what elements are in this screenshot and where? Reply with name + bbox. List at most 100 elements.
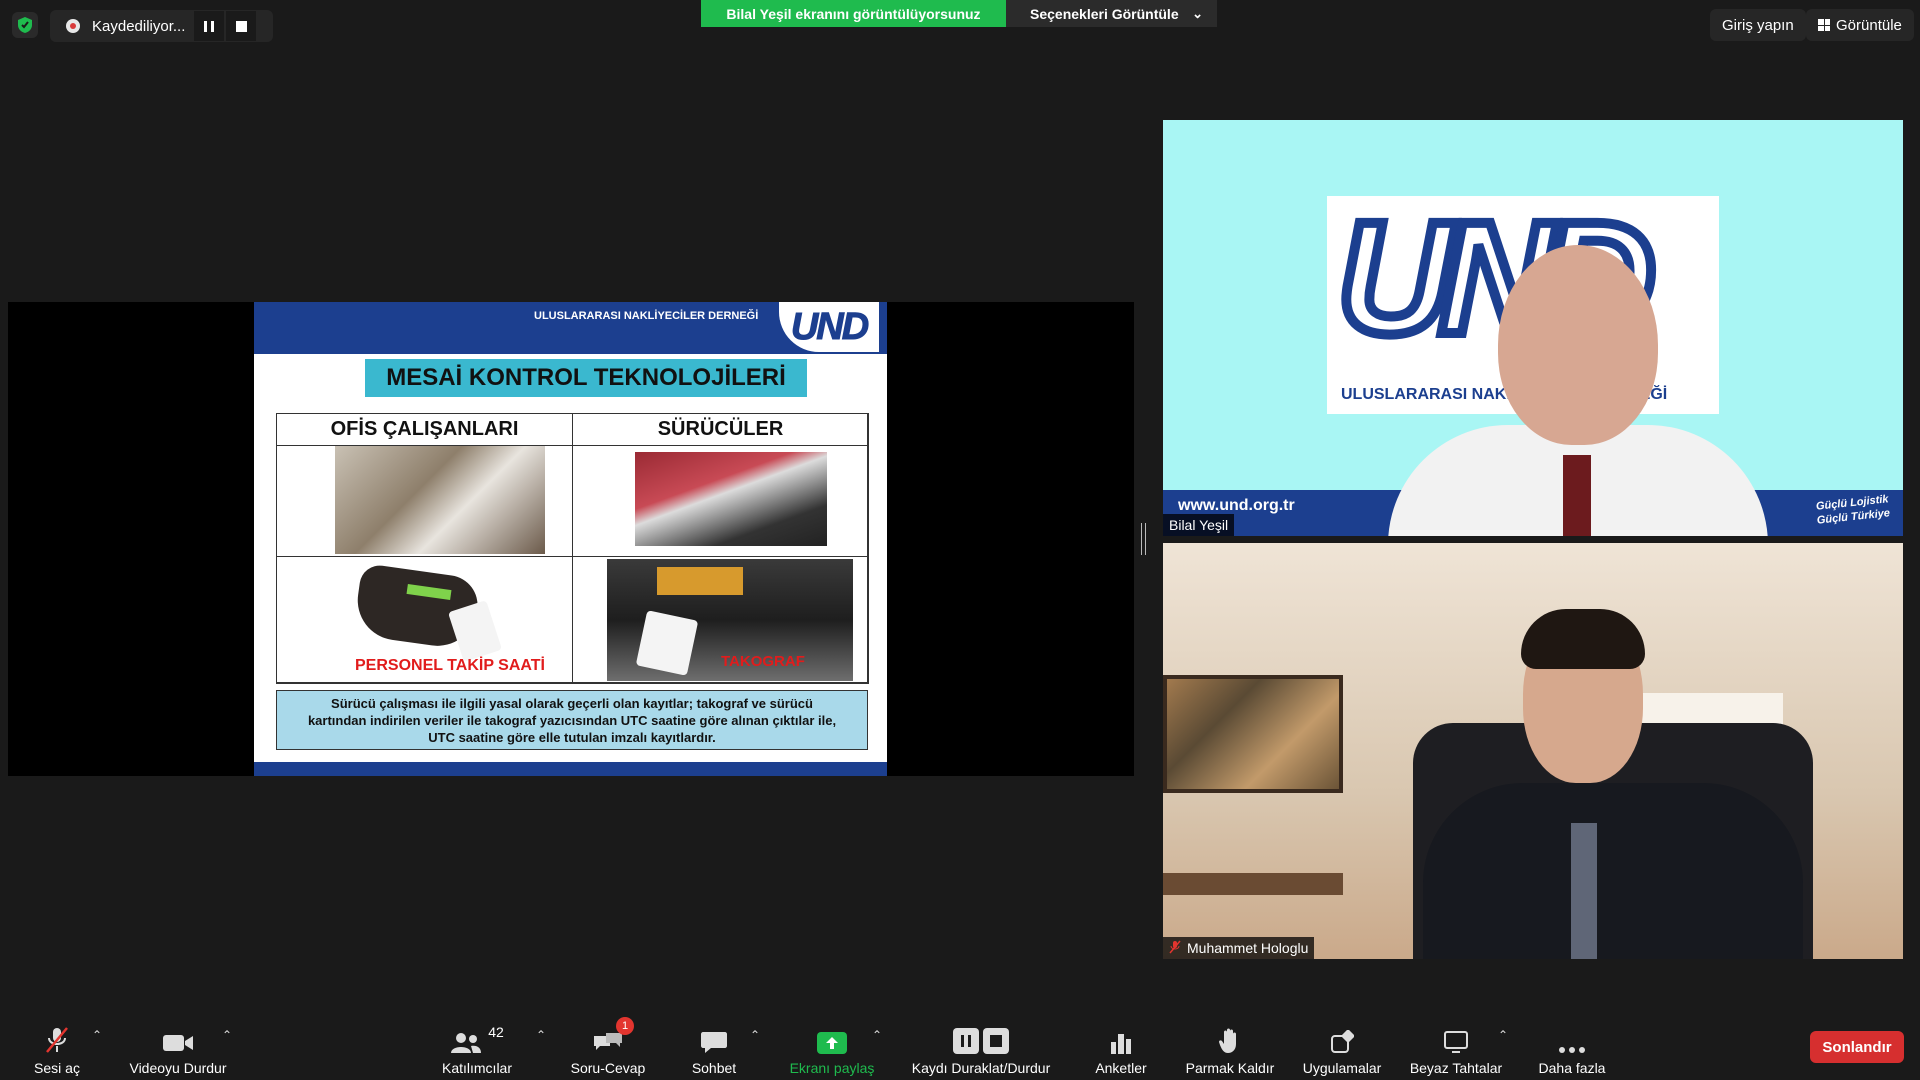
- audio-options-caret-icon[interactable]: ⌃: [92, 1028, 102, 1042]
- muted-microphone-icon: [44, 1016, 70, 1054]
- participant-video-bilal[interactable]: UND ULUSLARARASI NAKLİYECİLER DERNEĞİ ww…: [1163, 120, 1903, 536]
- share-options-caret-icon[interactable]: ⌃: [872, 1028, 882, 1042]
- participant-name-tag: Muhammet Hologlu: [1163, 937, 1315, 959]
- apps-icon: [1330, 1016, 1354, 1054]
- participants-icon: 42: [450, 1016, 504, 1054]
- access-card: [447, 600, 503, 662]
- office-photo-cell: [276, 445, 573, 557]
- chat-button[interactable]: Sohbet: [686, 1010, 742, 1080]
- share-screen-button[interactable]: Ekranı paylaş: [782, 1010, 882, 1080]
- recording-indicator: Kaydediliyor...: [50, 10, 273, 42]
- time-clock-label: PERSONEL TAKİP SAATİ: [355, 657, 545, 674]
- participant-count: 42: [488, 1024, 504, 1040]
- participant-name: Bilal Yeşil: [1169, 517, 1229, 533]
- grid-view-icon: [1818, 19, 1830, 31]
- note-line: kartından indirilen veriler ile takograf…: [307, 713, 837, 728]
- raise-hand-label: Parmak Kaldır: [1185, 1060, 1275, 1076]
- stop-video-label: Videoyu Durdur: [129, 1060, 227, 1076]
- background-slogan: Güçlü Lojistik Güçlü Türkiye: [1814, 492, 1890, 528]
- polls-button[interactable]: Anketler: [1090, 1010, 1152, 1080]
- speaker-tie: [1563, 455, 1591, 536]
- wall-painting: [1163, 675, 1343, 793]
- time-clock-cell: PERSONEL TAKİP SAATİ: [276, 556, 573, 684]
- tachograph-label: TAKOGRAF: [721, 653, 805, 670]
- background-website: www.und.org.tr: [1178, 497, 1295, 514]
- truck-drivers-photo: [635, 452, 827, 546]
- recording-dot-icon: [66, 19, 80, 33]
- apps-button[interactable]: Uygulamalar: [1294, 1010, 1390, 1080]
- stop-icon: [235, 20, 247, 32]
- chat-bubble-icon: [700, 1016, 728, 1054]
- column-header-drivers: SÜRÜCÜLER: [572, 413, 869, 446]
- shelf: [1163, 873, 1343, 895]
- qa-label: Soru-Cevap: [570, 1060, 646, 1076]
- video-camera-icon: [162, 1016, 194, 1054]
- whiteboards-button[interactable]: Beyaz Tahtalar: [1404, 1010, 1508, 1080]
- drivers-photo-cell: [572, 445, 869, 557]
- share-screen-icon: [817, 1016, 847, 1054]
- sign-in-button[interactable]: Giriş yapın: [1710, 9, 1806, 41]
- screen-share-banner: Bilal Yeşil ekranını görüntülüyorsunuz S…: [701, 0, 1217, 27]
- more-button[interactable]: Daha fazla: [1530, 1010, 1614, 1080]
- slide-table: OFİS ÇALIŞANLARI SÜRÜCÜLER PERSONEL TAKİ…: [276, 413, 869, 684]
- slide-header: ULUSLARARASI NAKLİYECİLER DERNEĞİ UND: [254, 302, 887, 354]
- view-options-label: Seçenekleri Görüntüle: [1030, 5, 1179, 22]
- stop-recording-button[interactable]: [226, 11, 256, 41]
- shared-screen[interactable]: ULUSLARARASI NAKLİYECİLER DERNEĞİ UND ME…: [8, 302, 1134, 776]
- office-workers-photo: [335, 446, 545, 554]
- participant-figure: [1423, 609, 1803, 959]
- chevron-down-icon: ⌄: [1192, 5, 1203, 21]
- raise-hand-button[interactable]: Parmak Kaldır: [1180, 1010, 1280, 1080]
- column-header-office: OFİS ÇALIŞANLARI: [276, 413, 573, 446]
- raise-hand-icon: [1219, 1016, 1241, 1054]
- meeting-toolbar: Sesi aç ⌃ Videoyu Durdur ⌃ 42 Katılımcıl…: [0, 1010, 1920, 1080]
- chat-label: Sohbet: [691, 1060, 737, 1076]
- recording-status: Kaydediliyor...: [92, 17, 186, 35]
- participant-video-muhammet[interactable]: Muhammet Hologlu: [1163, 543, 1903, 959]
- slide-logo: UND: [779, 302, 879, 352]
- muted-mic-icon: [1169, 940, 1181, 957]
- participants-label: Katılımcılar: [441, 1060, 512, 1076]
- tachograph-display: [657, 567, 743, 595]
- video-options-caret-icon[interactable]: ⌃: [222, 1028, 232, 1042]
- whiteboards-options-caret-icon[interactable]: ⌃: [1498, 1028, 1508, 1042]
- participant-hair: [1521, 609, 1645, 669]
- viewing-share-text: Bilal Yeşil ekranını görüntülüyorsunuz: [701, 0, 1006, 27]
- polls-label: Anketler: [1095, 1060, 1147, 1076]
- unmute-button[interactable]: Sesi aç: [28, 1010, 86, 1080]
- polls-bar-chart-icon: [1109, 1016, 1133, 1054]
- view-button[interactable]: Görüntüle: [1806, 9, 1914, 41]
- qa-button[interactable]: 1 Soru-Cevap: [566, 1010, 650, 1080]
- driver-card: [635, 610, 699, 676]
- end-meeting-button[interactable]: Sonlandır: [1810, 1031, 1904, 1063]
- note-line: Sürücü çalışması ile ilgili yasal olarak…: [331, 696, 813, 711]
- pause-stop-recording-icon: [951, 1016, 1011, 1054]
- recording-control-button[interactable]: Kaydı Duraklat/Durdur: [900, 1010, 1062, 1080]
- pause-recording-button[interactable]: [194, 11, 224, 41]
- participants-button[interactable]: 42 Katılımcılar: [436, 1010, 518, 1080]
- stop-video-button[interactable]: Videoyu Durdur: [122, 1010, 234, 1080]
- participant-name: Muhammet Hologlu: [1187, 940, 1309, 956]
- resize-handle[interactable]: [1141, 523, 1146, 555]
- qa-notification-badge: 1: [616, 1017, 634, 1035]
- slide-footer: [254, 762, 887, 776]
- apps-label: Uygulamalar: [1302, 1060, 1382, 1076]
- slide-note: Sürücü çalışması ile ilgili yasal olarak…: [276, 690, 868, 750]
- recording-control-label: Kaydı Duraklat/Durdur: [911, 1060, 1051, 1076]
- more-label: Daha fazla: [1538, 1060, 1606, 1076]
- chat-options-caret-icon[interactable]: ⌃: [750, 1028, 760, 1042]
- share-screen-label: Ekranı paylaş: [789, 1060, 875, 1076]
- view-options-button[interactable]: Seçenekleri Görüntüle ⌄: [1006, 0, 1217, 27]
- participant-name-tag: Bilal Yeşil: [1163, 514, 1235, 536]
- tachograph-cell: TAKOGRAF: [572, 556, 869, 684]
- pause-icon: [204, 20, 214, 32]
- security-shield-icon[interactable]: [12, 12, 38, 38]
- whiteboard-icon: [1443, 1016, 1469, 1054]
- unmute-label: Sesi aç: [34, 1060, 80, 1076]
- speaker-head: [1498, 245, 1658, 445]
- participants-options-caret-icon[interactable]: ⌃: [536, 1028, 546, 1042]
- presentation-slide: ULUSLARARASI NAKLİYECİLER DERNEĞİ UND ME…: [254, 302, 887, 776]
- participant-tie: [1571, 823, 1597, 959]
- speaker-figure: [1378, 245, 1768, 536]
- participant-suit: [1423, 783, 1803, 959]
